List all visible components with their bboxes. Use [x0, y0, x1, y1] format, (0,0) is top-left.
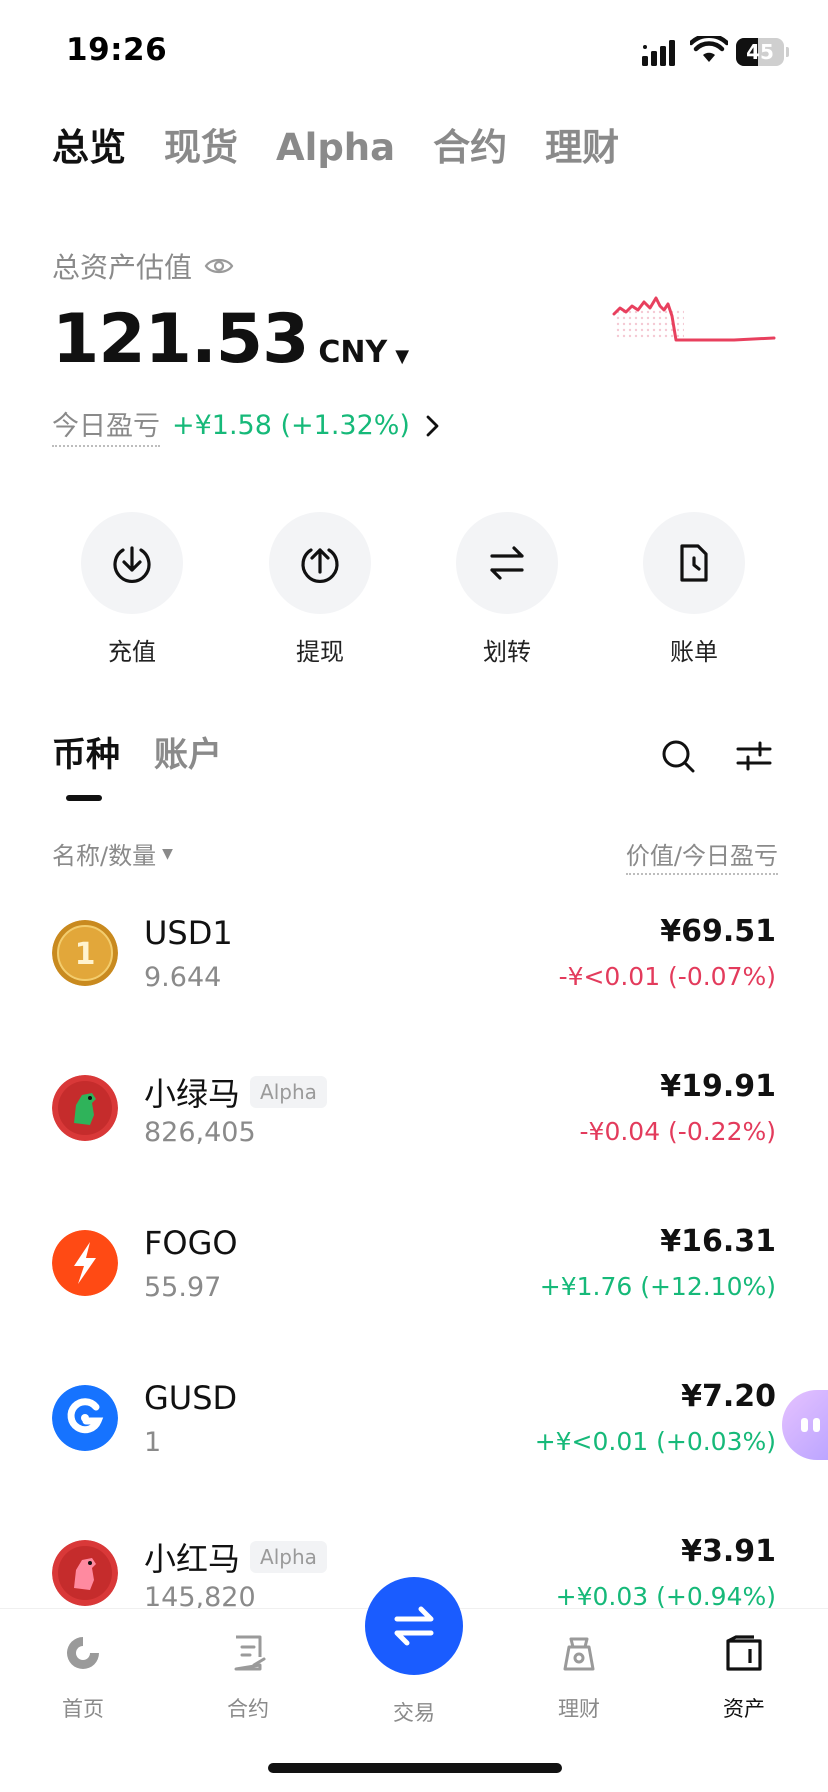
asset-estimate-text: 总资产估值 [52, 251, 193, 284]
nav-trade-label[interactable]: 交易 [359, 1697, 469, 1727]
nav-futures[interactable]: 合约 [193, 1633, 303, 1723]
nav-home-label: 首页 [62, 1697, 104, 1721]
tab-account[interactable]: 账户 [154, 730, 222, 780]
filter-icon[interactable] [736, 740, 772, 772]
balance-sparkline [612, 296, 776, 342]
top-tabs: 总览 现货 Alpha 合约 理财 [52, 120, 657, 176]
svg-text:1: 1 [75, 937, 96, 972]
withdraw-icon [301, 548, 339, 584]
coin-row-usd1[interactable]: 1 USD1 9.644 ¥69.51 -¥<0.01 (-0.07%) [0, 900, 828, 1020]
coin-value: ¥7.20 [681, 1379, 776, 1414]
nav-futures-label: 合约 [227, 1697, 269, 1721]
balance: 121.53 CNY ▼ [52, 300, 409, 379]
coin-name: 小绿马 [144, 1075, 241, 1113]
coin-quantity: 1 [144, 1427, 162, 1458]
coin-value: ¥69.51 [660, 914, 776, 949]
tab-earn[interactable]: 理财 [545, 120, 619, 176]
home-indicator [268, 1763, 562, 1773]
gusd-logo-icon [52, 1385, 118, 1451]
status-time: 19:26 [66, 32, 168, 68]
nav-earn-label: 理财 [558, 1697, 600, 1721]
earn-icon [563, 1637, 595, 1671]
deposit-label: 充值 [108, 638, 156, 666]
nav-home[interactable]: 首页 [28, 1633, 138, 1723]
tab-spot[interactable]: 现货 [164, 120, 238, 176]
coin-value: ¥19.91 [660, 1069, 776, 1104]
sort-by-name[interactable]: 名称/数量 ▼ [52, 836, 173, 871]
coin-quantity: 826,405 [144, 1117, 256, 1148]
transfer-label: 划转 [483, 638, 531, 666]
coin-name: FOGO [144, 1224, 238, 1262]
search-icon[interactable] [660, 738, 696, 774]
active-tab-indicator [66, 795, 102, 801]
alpha-badge: Alpha [250, 1541, 327, 1573]
green-horse-logo-icon [52, 1075, 118, 1141]
today-pnl-value: +¥1.58 (+1.32%) [172, 410, 410, 441]
signal-icon [642, 40, 675, 66]
swap-icon [394, 1606, 434, 1646]
eye-icon[interactable] [204, 255, 234, 277]
coin-name: GUSD [144, 1379, 238, 1417]
asset-tabs: 币种 账户 [52, 730, 256, 780]
balance-value: 121.53 [52, 300, 309, 379]
coin-value: ¥16.31 [660, 1224, 776, 1259]
transfer-button[interactable]: 划转 [447, 512, 567, 667]
home-icon [67, 1637, 99, 1669]
nav-assets-label: 资产 [723, 1697, 765, 1721]
bottom-nav: 首页 合约 交易 理财 资产 [0, 1577, 828, 1792]
caret-down-icon: ▼ [162, 845, 173, 862]
withdraw-button[interactable]: 提现 [260, 512, 380, 667]
currency-selector[interactable]: CNY [318, 335, 387, 370]
today-pnl-label: 今日盈亏 [52, 404, 160, 447]
coin-name: USD1 [144, 914, 233, 952]
fogo-logo-icon [52, 1230, 118, 1296]
battery-indicator: 45 [736, 38, 789, 66]
caret-down-icon[interactable]: ▼ [395, 346, 409, 367]
tab-overview[interactable]: 总览 [52, 120, 126, 176]
coin-change: +¥1.76 (+12.10%) [539, 1272, 776, 1301]
coin-row-green-horse[interactable]: 小绿马 Alpha 826,405 ¥19.91 -¥0.04 (-0.22%) [0, 1055, 828, 1175]
coin-row-gusd[interactable]: GUSD 1 ¥7.20 +¥<0.01 (+0.03%) [0, 1365, 828, 1485]
coin-quantity: 55.97 [144, 1272, 222, 1303]
trade-button[interactable] [365, 1577, 463, 1675]
futures-icon [234, 1635, 266, 1671]
wifi-icon [690, 36, 728, 62]
tab-alpha[interactable]: Alpha [276, 120, 395, 176]
bill-button[interactable]: 账单 [634, 512, 754, 667]
coin-change: +¥<0.01 (+0.03%) [534, 1427, 776, 1456]
coin-change: +¥0.03 (+0.94%) [555, 1582, 776, 1611]
bill-icon [680, 544, 708, 582]
coin-value: ¥3.91 [681, 1534, 776, 1569]
coin-name: 小红马 [144, 1540, 241, 1578]
coin-row-fogo[interactable]: FOGO 55.97 ¥16.31 +¥1.76 (+12.10%) [0, 1210, 828, 1330]
status-bar: 19:26 45 [0, 0, 828, 100]
battery-level: 45 [746, 40, 774, 64]
wallet-icon [726, 1635, 762, 1671]
asset-estimate-label: 总资产估值 [52, 246, 234, 286]
deposit-button[interactable]: 充值 [72, 512, 192, 667]
coin-change: -¥0.04 (-0.22%) [579, 1117, 776, 1146]
bill-label: 账单 [670, 638, 718, 666]
nav-earn[interactable]: 理财 [524, 1633, 634, 1723]
chevron-right-icon[interactable] [424, 413, 442, 439]
usd1-logo-icon: 1 [52, 920, 118, 986]
tab-currency[interactable]: 币种 [52, 730, 120, 780]
tab-futures[interactable]: 合约 [433, 120, 507, 176]
withdraw-label: 提现 [296, 638, 344, 666]
today-pnl-row[interactable]: 今日盈亏 +¥1.58 (+1.32%) [52, 404, 442, 447]
value-pnl-header[interactable]: 价值/今日盈亏 [625, 836, 778, 875]
alpha-badge: Alpha [250, 1076, 327, 1108]
name-quantity-header: 名称/数量 [52, 842, 157, 870]
deposit-icon [113, 546, 151, 584]
coin-change: -¥<0.01 (-0.07%) [558, 962, 776, 991]
red-horse-logo-icon [52, 1540, 118, 1606]
transfer-icon [490, 546, 524, 580]
nav-assets[interactable]: 资产 [689, 1633, 799, 1723]
coin-quantity: 9.644 [144, 962, 222, 993]
